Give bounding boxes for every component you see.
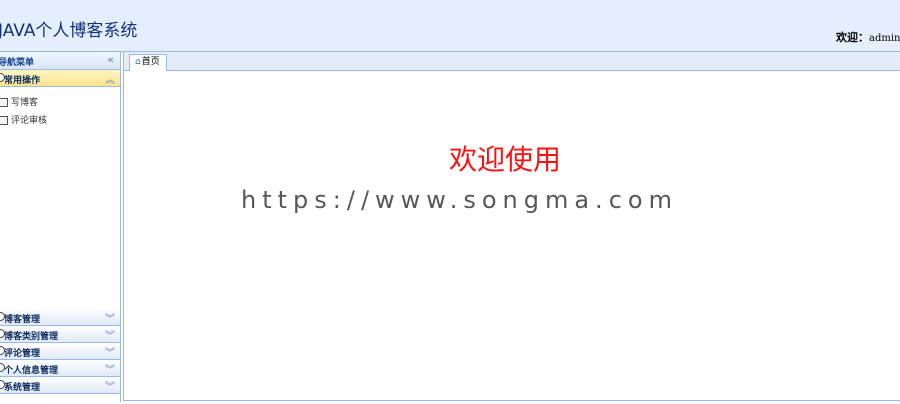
welcome-label: 欢迎： xyxy=(836,31,869,44)
menu-group-comment[interactable]: 评论管理 ︾ xyxy=(0,343,120,360)
chevron-up-icon[interactable]: ︽ xyxy=(105,71,115,86)
menu-group-label: 常用操作 xyxy=(4,76,41,86)
watermark: https://www.songma.com xyxy=(241,186,678,214)
tab-bar: ⌂首页 xyxy=(124,52,900,71)
menu-group-profile[interactable]: 个人信息管理 ︾ xyxy=(0,360,120,377)
menu-group-blog-type[interactable]: 博客类别管理 ︾ xyxy=(0,326,120,343)
navigation-panel-header: 导航菜单 « xyxy=(0,52,120,70)
menu-group-blog[interactable]: 博客管理 ︾ xyxy=(0,309,120,326)
navigation-panel: 导航菜单 « 常用操作 ︽ 写博客 评论审核 博客管理 ︾ 博客类别管理 ︾ 评… xyxy=(0,52,121,402)
menu-item-write-blog[interactable]: 写博客 xyxy=(0,95,38,109)
menu-group-common-body: 写博客 评论审核 xyxy=(0,87,120,300)
home-icon: ⌂ xyxy=(135,57,141,67)
double-chevron-left-icon[interactable]: « xyxy=(107,53,114,66)
edit-icon xyxy=(0,98,8,107)
menu-item-comment-review[interactable]: 评论审核 xyxy=(0,113,47,127)
menu-group-label: 评论管理 xyxy=(4,349,41,359)
welcome-user: 欢迎：admin xyxy=(836,29,900,45)
menu-group-label: 系统管理 xyxy=(4,383,41,393)
chevron-down-icon[interactable]: ︾ xyxy=(105,344,115,359)
menu-group-system[interactable]: 系统管理 ︾ xyxy=(0,377,120,394)
comment-icon xyxy=(0,116,8,125)
app-header: JAVA个人博客系统 欢迎：admin xyxy=(0,0,900,52)
menu-group-common[interactable]: 常用操作 ︽ xyxy=(0,70,120,87)
app-title: JAVA个人博客系统 xyxy=(0,21,138,41)
welcome-message: 欢迎使用 xyxy=(449,143,562,176)
main-content: ⌂首页 欢迎使用 https://www.songma.com xyxy=(123,52,900,401)
menu-group-label: 博客类别管理 xyxy=(4,332,59,342)
tab-label: 首页 xyxy=(141,57,160,67)
menu-item-label: 评论审核 xyxy=(11,116,48,126)
chevron-down-icon[interactable]: ︾ xyxy=(105,310,115,325)
menu-group-label: 博客管理 xyxy=(4,315,41,325)
menu-item-label: 写博客 xyxy=(11,98,39,108)
chevron-down-icon[interactable]: ︾ xyxy=(105,361,115,376)
chevron-down-icon[interactable]: ︾ xyxy=(105,378,115,393)
navigation-panel-title: 导航菜单 xyxy=(0,58,35,68)
tab-home[interactable]: ⌂首页 xyxy=(129,54,167,71)
menu-group-label: 个人信息管理 xyxy=(4,366,59,376)
username: admin xyxy=(869,33,900,44)
chevron-down-icon[interactable]: ︾ xyxy=(105,327,115,342)
